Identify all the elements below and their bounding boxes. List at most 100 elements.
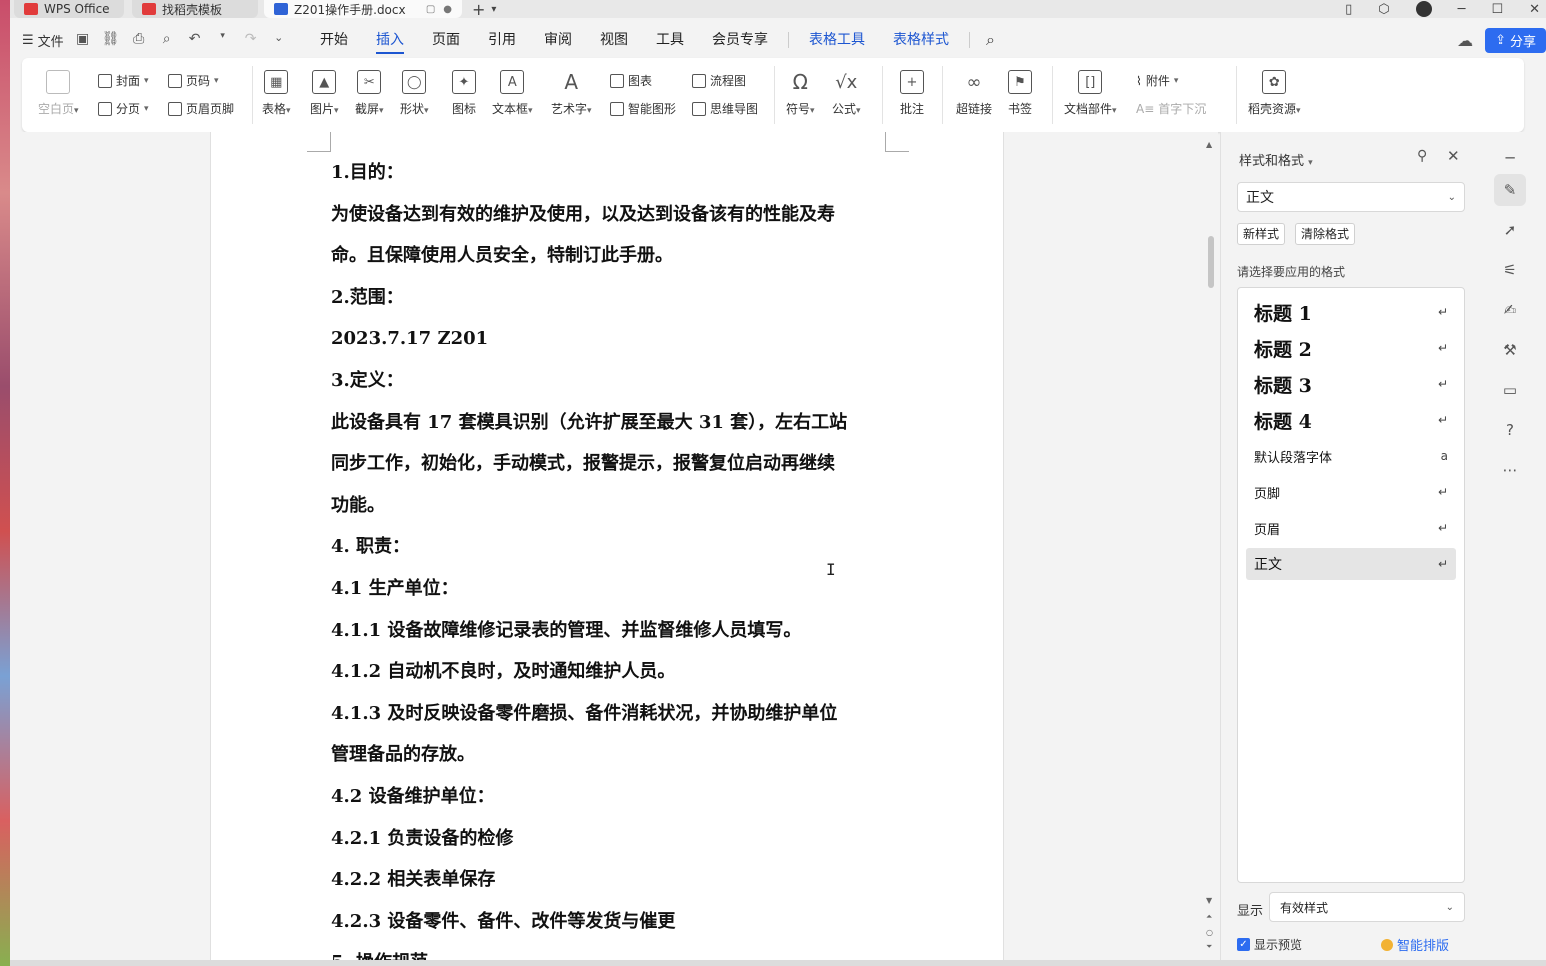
redo-icon[interactable]: ↷ bbox=[242, 31, 260, 49]
document-body[interactable]: 1.目的： 为使设备达到有效的维护及使用，以及达到设备该有的性能及寿 命。且保障… bbox=[331, 152, 891, 966]
close-window-icon[interactable]: ✕ bbox=[1529, 2, 1540, 17]
pin-icon[interactable]: ⚲ bbox=[1417, 148, 1427, 164]
user-avatar[interactable] bbox=[1415, 1, 1432, 17]
scroll-down-icon[interactable]: ▼ bbox=[1206, 896, 1212, 905]
style-item-heading-4[interactable]: 标题 4 ↵ bbox=[1246, 403, 1456, 437]
maximize-icon[interactable]: ☐ bbox=[1491, 2, 1503, 17]
resources-button[interactable]: ✿ 稻壳资源▾ bbox=[1248, 70, 1301, 117]
style-item-heading-3[interactable]: 标题 3 ↵ bbox=[1246, 367, 1456, 401]
bookmark-button[interactable]: ⚑ 书签 bbox=[1008, 70, 1032, 117]
collapse-rail-icon[interactable]: ─ bbox=[1498, 146, 1522, 170]
style-item-label: 标题 4 bbox=[1254, 410, 1312, 433]
share-button[interactable]: ⇪ 分享 bbox=[1485, 28, 1546, 53]
window-layout-icon[interactable]: ▯ bbox=[1345, 2, 1352, 17]
new-tab-plus-icon[interactable]: + bbox=[472, 0, 485, 19]
style-item-heading-1[interactable]: 标题 1 ↵ bbox=[1246, 295, 1456, 329]
ai-pen-icon[interactable]: ✍ bbox=[1498, 298, 1522, 322]
style-item-footer[interactable]: 页脚 ↵ bbox=[1246, 477, 1456, 507]
tab-page[interactable]: 页面 bbox=[418, 22, 474, 58]
tab-template[interactable]: 找稻壳模板 bbox=[132, 0, 258, 18]
show-preview-checkbox[interactable]: ✓ 显示预览 bbox=[1237, 936, 1302, 953]
flowchart-button[interactable]: 流程图 bbox=[692, 72, 746, 89]
style-item-heading-2[interactable]: 标题 2 ↵ bbox=[1246, 331, 1456, 365]
undo-dropdown-icon[interactable]: ▾ bbox=[214, 31, 232, 49]
smart-graphic-button[interactable]: 智能图形 bbox=[610, 100, 676, 117]
doc-line: 此设备具有 17 套模具识别（允许扩展至最大 31 套），左右工站 bbox=[331, 411, 848, 433]
tools-icon[interactable]: ⚒ bbox=[1498, 338, 1522, 362]
style-brush-icon[interactable]: ✎ bbox=[1494, 174, 1526, 206]
tab-document[interactable]: Z201操作手册.docx ▢ ● bbox=[264, 0, 462, 18]
cover-button[interactable]: 封面 ▾ bbox=[98, 72, 149, 89]
show-styles-select[interactable]: 有效样式 ⌄ bbox=[1269, 892, 1465, 922]
next-page-icon[interactable]: ⏷ bbox=[1206, 942, 1212, 952]
attachment-button[interactable]: ⌇ 附件 ▾ bbox=[1136, 72, 1178, 89]
document-scrollbar[interactable]: ▲ ▼ ⏶ ○ ⏷ bbox=[1206, 140, 1216, 960]
icon-library-button[interactable]: ✦ 图标 bbox=[452, 70, 476, 117]
tab-table-style[interactable]: 表格样式 bbox=[879, 22, 963, 58]
tab-wps-home[interactable]: WPS Office bbox=[14, 0, 124, 18]
mindmap-button[interactable]: 思维导图 bbox=[692, 100, 758, 117]
cloud-sync-icon[interactable]: ☁ bbox=[1457, 31, 1473, 50]
browse-object-icon[interactable]: ○ bbox=[1206, 928, 1213, 937]
textbox-button[interactable]: A 文本框▾ bbox=[492, 70, 533, 117]
prev-page-icon[interactable]: ⏶ bbox=[1206, 912, 1212, 922]
select-cursor-icon[interactable]: ➚ bbox=[1498, 218, 1522, 242]
tab-view[interactable]: 视图 bbox=[586, 22, 642, 58]
tab-tools[interactable]: 工具 bbox=[642, 22, 698, 58]
search-icon[interactable]: ⌕ bbox=[986, 30, 995, 50]
comment-button[interactable]: + 批注 bbox=[900, 70, 924, 117]
wordart-button[interactable]: A 艺术字▾ bbox=[551, 70, 592, 117]
style-item-body-text[interactable]: 正文 ↵ bbox=[1246, 548, 1456, 580]
smart-layout-link[interactable]: 智能排版 bbox=[1381, 935, 1449, 954]
file-menu[interactable]: ☰ 文件 bbox=[22, 31, 64, 50]
undo-icon[interactable]: ↶ bbox=[186, 31, 204, 49]
doc-line: 4.1 生产单位： bbox=[331, 577, 459, 599]
document-page[interactable]: 1.目的： 为使设备达到有效的维护及使用，以及达到设备该有的性能及寿 命。且保障… bbox=[210, 132, 1004, 966]
tab-list-chevron-icon[interactable]: ▾ bbox=[491, 4, 496, 15]
picture-button[interactable]: ▲ 图片▾ bbox=[310, 70, 339, 117]
minimize-icon[interactable]: ─ bbox=[1458, 2, 1466, 17]
clear-format-button[interactable]: 清除格式 bbox=[1295, 223, 1356, 245]
more-options-icon[interactable]: ⋯ bbox=[1498, 458, 1522, 482]
document-area[interactable]: 1.目的： 为使设备达到有效的维护及使用，以及达到设备该有的性能及寿 命。且保障… bbox=[10, 132, 1218, 966]
blank-page-button[interactable]: 空白页▾ bbox=[38, 70, 79, 117]
hyperlink-button[interactable]: ∞ 超链接 bbox=[956, 70, 992, 117]
current-style-select[interactable]: 正文 ⌄ bbox=[1237, 182, 1465, 212]
box-icon[interactable]: ⬡ bbox=[1378, 2, 1389, 17]
save-icon[interactable]: ▣ bbox=[74, 31, 92, 49]
tab-member[interactable]: 会员专享 bbox=[698, 22, 782, 58]
print-icon[interactable]: ⎙ bbox=[130, 31, 148, 49]
page-number-button[interactable]: 页码 ▾ bbox=[168, 72, 219, 89]
styles-pane-title[interactable]: 样式和格式 ▾ bbox=[1239, 150, 1313, 169]
print-preview-icon[interactable]: ⌕ bbox=[158, 31, 176, 49]
property-sliders-icon[interactable]: ⚟ bbox=[1498, 258, 1522, 282]
table-button[interactable]: ▦ 表格▾ bbox=[262, 70, 291, 117]
style-item-default-font[interactable]: 默认段落字体 a bbox=[1246, 441, 1456, 471]
formula-button[interactable]: √x 公式▾ bbox=[832, 70, 861, 117]
link-icon[interactable]: ⛓ bbox=[102, 31, 120, 49]
chart-button[interactable]: 图表 bbox=[610, 72, 652, 89]
tab-table-tools[interactable]: 表格工具 bbox=[795, 22, 879, 58]
tab-unsaved-dot-icon[interactable]: ● bbox=[443, 4, 452, 15]
tab-window-icon[interactable]: ▢ bbox=[426, 4, 435, 15]
new-style-button[interactable]: 新样式 bbox=[1237, 223, 1286, 245]
tab-review[interactable]: 审阅 bbox=[530, 22, 586, 58]
doc-parts-button[interactable]: [] 文档部件▾ bbox=[1064, 70, 1117, 117]
shape-button[interactable]: ◯ 形状▾ bbox=[400, 70, 429, 117]
scroll-up-icon[interactable]: ▲ bbox=[1206, 140, 1212, 149]
icon-library-icon: ✦ bbox=[452, 70, 476, 94]
tab-reference[interactable]: 引用 bbox=[474, 22, 530, 58]
symbol-button[interactable]: Ω 符号▾ bbox=[786, 70, 815, 117]
page-break-button[interactable]: 分页 ▾ bbox=[98, 100, 149, 117]
quick-access-more-icon[interactable]: ⌄ bbox=[270, 31, 288, 49]
tab-start[interactable]: 开始 bbox=[306, 22, 362, 58]
scrollbar-thumb[interactable] bbox=[1208, 236, 1214, 288]
book-icon[interactable]: ▭ bbox=[1498, 378, 1522, 402]
close-icon[interactable]: ✕ bbox=[1447, 147, 1460, 165]
drop-cap-button[interactable]: A≡ 首字下沉 bbox=[1136, 100, 1206, 117]
tab-insert[interactable]: 插入 bbox=[362, 22, 418, 58]
help-icon[interactable]: ? bbox=[1498, 418, 1522, 442]
header-footer-button[interactable]: 页眉页脚 bbox=[168, 100, 234, 117]
screenshot-button[interactable]: ✂ 截屏▾ bbox=[355, 70, 384, 117]
style-item-header[interactable]: 页眉 ↵ bbox=[1246, 513, 1456, 543]
